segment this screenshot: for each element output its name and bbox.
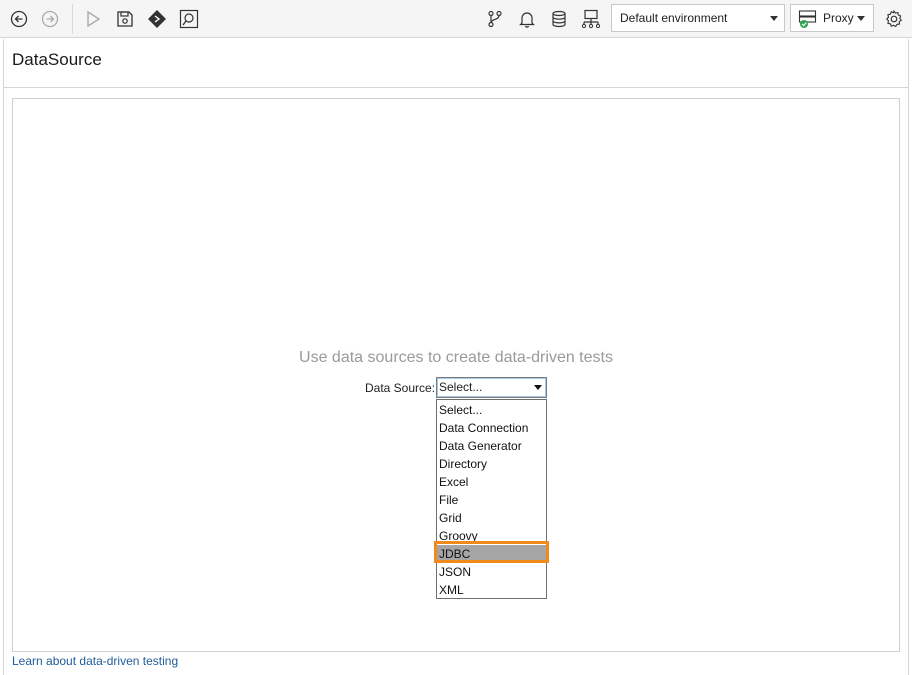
title-divider — [4, 87, 908, 88]
option-jdbc[interactable]: JDBC — [437, 545, 546, 563]
toolbar-separator — [72, 4, 73, 34]
environment-select[interactable]: Default environment — [611, 4, 785, 32]
gear-icon[interactable] — [882, 7, 906, 31]
chevron-down-icon — [770, 16, 778, 21]
proxy-icon — [798, 9, 818, 32]
option-data-generator[interactable]: Data Generator — [437, 437, 546, 455]
proxy-label: Proxy — [823, 11, 854, 25]
proxy-button[interactable]: Proxy — [790, 4, 874, 32]
option-file[interactable]: File — [437, 491, 546, 509]
data-source-options-list: Select... Data Connection Data Generator… — [436, 399, 547, 599]
option-xml[interactable]: XML — [437, 581, 546, 599]
option-grid[interactable]: Grid — [437, 509, 546, 527]
forward-icon[interactable] — [38, 7, 62, 31]
data-source-label: Data Source: — [365, 381, 436, 395]
bell-icon[interactable] — [515, 7, 539, 31]
option-select[interactable]: Select... — [437, 401, 546, 419]
option-json[interactable]: JSON — [437, 563, 546, 581]
toolbar: Default environment Proxy — [0, 0, 912, 38]
run-icon[interactable] — [81, 7, 105, 31]
option-groovy[interactable]: Groovy — [437, 527, 546, 545]
learn-data-driven-link[interactable]: Learn about data-driven testing — [12, 654, 178, 668]
environment-label: Default environment — [620, 11, 728, 25]
data-source-selected-value: Select... — [439, 380, 483, 394]
back-icon[interactable] — [7, 7, 31, 31]
chevron-down-icon — [857, 16, 865, 21]
search-log-icon[interactable] — [177, 7, 201, 31]
option-excel[interactable]: Excel — [437, 473, 546, 491]
page-title: DataSource — [12, 50, 102, 69]
option-data-connection[interactable]: Data Connection — [437, 419, 546, 437]
empty-state-hint: Use data sources to create data-driven t… — [299, 349, 613, 366]
chevron-down-icon — [534, 385, 542, 390]
branch-icon[interactable] — [483, 7, 507, 31]
database-icon[interactable] — [547, 7, 571, 31]
network-icon[interactable] — [579, 7, 603, 31]
data-source-select[interactable]: Select... — [436, 377, 547, 398]
save-icon[interactable] — [113, 7, 137, 31]
option-directory[interactable]: Directory — [437, 455, 546, 473]
diamond-icon[interactable] — [145, 7, 169, 31]
